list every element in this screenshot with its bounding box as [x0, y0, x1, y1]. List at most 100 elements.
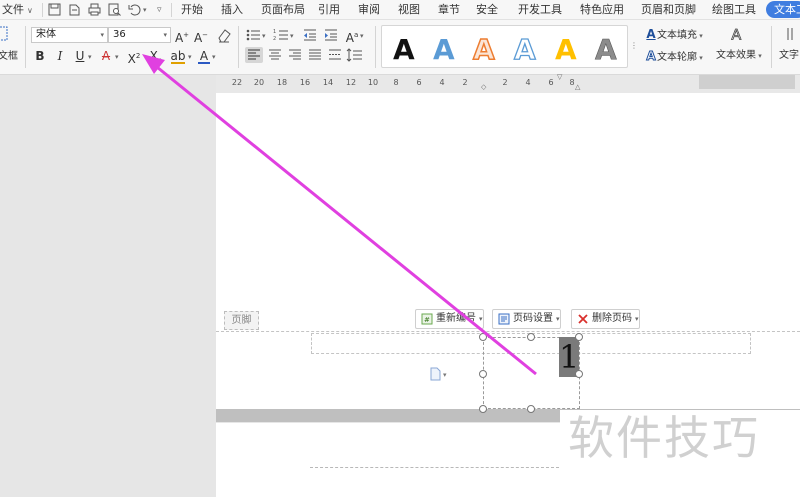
align-right-icon[interactable]: [286, 47, 304, 63]
save-icon[interactable]: [48, 3, 61, 16]
change-case-dropdown-icon[interactable]: ▾: [360, 32, 364, 40]
tab-text-tools[interactable]: 文本工: [766, 1, 800, 18]
watermark-text: 软件技巧: [568, 411, 760, 465]
textbox-icon[interactable]: [0, 26, 8, 42]
resize-handle[interactable]: [479, 370, 487, 378]
text-direction-button[interactable]: 文字: [779, 48, 799, 64]
ruler-tick: 2: [462, 78, 468, 87]
wordart-styles-graphic[interactable]: A A A A A A: [382, 26, 629, 69]
wordart-style-gallery[interactable]: A A A A A A: [381, 25, 628, 68]
menu-separator: [171, 3, 172, 17]
horizontal-ruler[interactable]: 22 20 18 16 14 12 10 8 6 4 2 2 4 6 8 ◇ ▽…: [216, 73, 800, 93]
bullet-list-icon[interactable]: [245, 27, 263, 43]
delete-icon: [577, 313, 589, 325]
wordart-style-gold: A: [555, 33, 577, 66]
superscript-button[interactable]: X2: [126, 48, 142, 66]
resize-handle[interactable]: [527, 333, 535, 341]
text-direction-icon[interactable]: [785, 26, 800, 42]
highlight-button[interactable]: ab: [170, 48, 186, 64]
text-effect-button[interactable]: 文本效果 ▾: [716, 48, 762, 64]
wordart-style-black: A: [393, 33, 415, 66]
resize-handle[interactable]: [527, 405, 535, 413]
increase-indent-icon[interactable]: [322, 27, 340, 43]
tab-review[interactable]: 审阅: [358, 2, 380, 18]
font-size-select[interactable]: 36 ▾: [108, 27, 171, 43]
align-left-icon[interactable]: [245, 47, 263, 63]
page-setup-icon: [498, 313, 510, 325]
ribbon-separator: [25, 26, 26, 68]
tab-insert[interactable]: 插入: [221, 2, 243, 18]
tab-header-footer[interactable]: 页眉和页脚: [641, 2, 696, 18]
tab-security[interactable]: 安全: [476, 2, 498, 18]
tab-special-apps[interactable]: 特色应用: [580, 2, 624, 18]
wordart-style-gray: A: [595, 33, 617, 66]
paste-options-icon[interactable]: ▾: [429, 367, 451, 381]
ruler-tick: 16: [299, 78, 311, 87]
ruler-tick: 22: [231, 78, 243, 87]
text-fill-button[interactable]: A文本填充 ▾: [645, 26, 702, 42]
ruler-tick: 18: [276, 78, 288, 87]
resize-handle[interactable]: [575, 370, 583, 378]
line-spacing-icon[interactable]: [346, 47, 364, 63]
text-effect-icon[interactable]: A: [728, 26, 748, 46]
ruler-tick: 6: [416, 78, 422, 87]
clear-format-icon[interactable]: [215, 27, 233, 43]
tab-home[interactable]: 开始: [181, 2, 203, 18]
svg-text:2: 2: [273, 36, 276, 42]
export-icon[interactable]: [68, 3, 81, 16]
tab-page-layout[interactable]: 页面布局: [261, 2, 305, 18]
file-menu[interactable]: 文件 ∨: [2, 2, 33, 18]
ruler-left-indent-marker[interactable]: ◇: [481, 83, 486, 91]
decrease-indent-icon[interactable]: [301, 27, 319, 43]
strikethrough-button[interactable]: A: [99, 48, 113, 64]
menu-separator: [42, 3, 43, 17]
resize-handle[interactable]: [575, 333, 583, 341]
change-case-button[interactable]: Aa: [344, 27, 360, 45]
print-icon[interactable]: [88, 3, 101, 16]
page-number-settings-button[interactable]: 页码设置 ▾: [492, 309, 561, 329]
tab-chapter[interactable]: 章节: [438, 2, 460, 18]
subscript-button[interactable]: X2: [148, 48, 164, 65]
resize-handle[interactable]: [479, 333, 487, 341]
grow-font-button[interactable]: A+: [174, 27, 190, 45]
italic-button[interactable]: I: [53, 48, 67, 64]
ruler-right-indent-marker[interactable]: △: [575, 83, 580, 91]
resize-handle[interactable]: [479, 405, 487, 413]
justify-icon[interactable]: [306, 47, 324, 63]
textbox-button-label[interactable]: 文框: [0, 49, 18, 65]
align-center-icon[interactable]: [266, 47, 284, 63]
undo-dropdown-icon[interactable]: ▾: [143, 6, 147, 14]
underline-dropdown-icon[interactable]: ▾: [88, 53, 92, 61]
ruler-tick: 4: [525, 78, 531, 87]
delete-page-number-button[interactable]: 删除页码 ▾: [571, 309, 640, 329]
renumber-icon: #: [421, 313, 433, 325]
tab-developer-tools[interactable]: 开发工具: [518, 2, 562, 18]
print-preview-icon[interactable]: [108, 3, 121, 16]
tab-references[interactable]: 引用: [318, 2, 340, 18]
text-outline-button[interactable]: A文本轮廓 ▾: [645, 48, 703, 64]
font-color-button[interactable]: A: [198, 48, 210, 64]
distribute-icon[interactable]: [326, 47, 344, 63]
undo-icon[interactable]: [128, 3, 141, 16]
gallery-more-icon[interactable]: ⋮: [630, 38, 638, 54]
numbered-list-dropdown-icon[interactable]: ▾: [290, 32, 294, 40]
underline-button[interactable]: U: [73, 48, 87, 64]
ruler-first-line-marker[interactable]: ▽: [557, 73, 562, 81]
bold-button[interactable]: B: [33, 48, 47, 64]
tab-drawing-tools[interactable]: 绘图工具: [712, 2, 756, 18]
ribbon-separator: [375, 26, 376, 68]
footer-label: 页脚: [224, 311, 259, 330]
customize-quick-access-icon[interactable]: ▿: [157, 5, 162, 15]
shrink-font-button[interactable]: A−: [193, 27, 209, 45]
numbered-list-icon[interactable]: 12: [273, 27, 291, 43]
font-color-dropdown-icon[interactable]: ▾: [212, 53, 216, 61]
svg-text:1: 1: [273, 29, 276, 35]
renumber-button[interactable]: # 重新编号 ▾: [415, 309, 484, 329]
strikethrough-dropdown-icon[interactable]: ▾: [115, 53, 119, 61]
ruler-text-region: [699, 75, 795, 89]
highlight-dropdown-icon[interactable]: ▾: [188, 53, 192, 61]
bullet-list-dropdown-icon[interactable]: ▾: [262, 32, 266, 40]
tab-view[interactable]: 视图: [398, 2, 420, 18]
font-name-select[interactable]: 宋体 ▾: [31, 27, 108, 43]
ruler-tick: 14: [322, 78, 334, 87]
